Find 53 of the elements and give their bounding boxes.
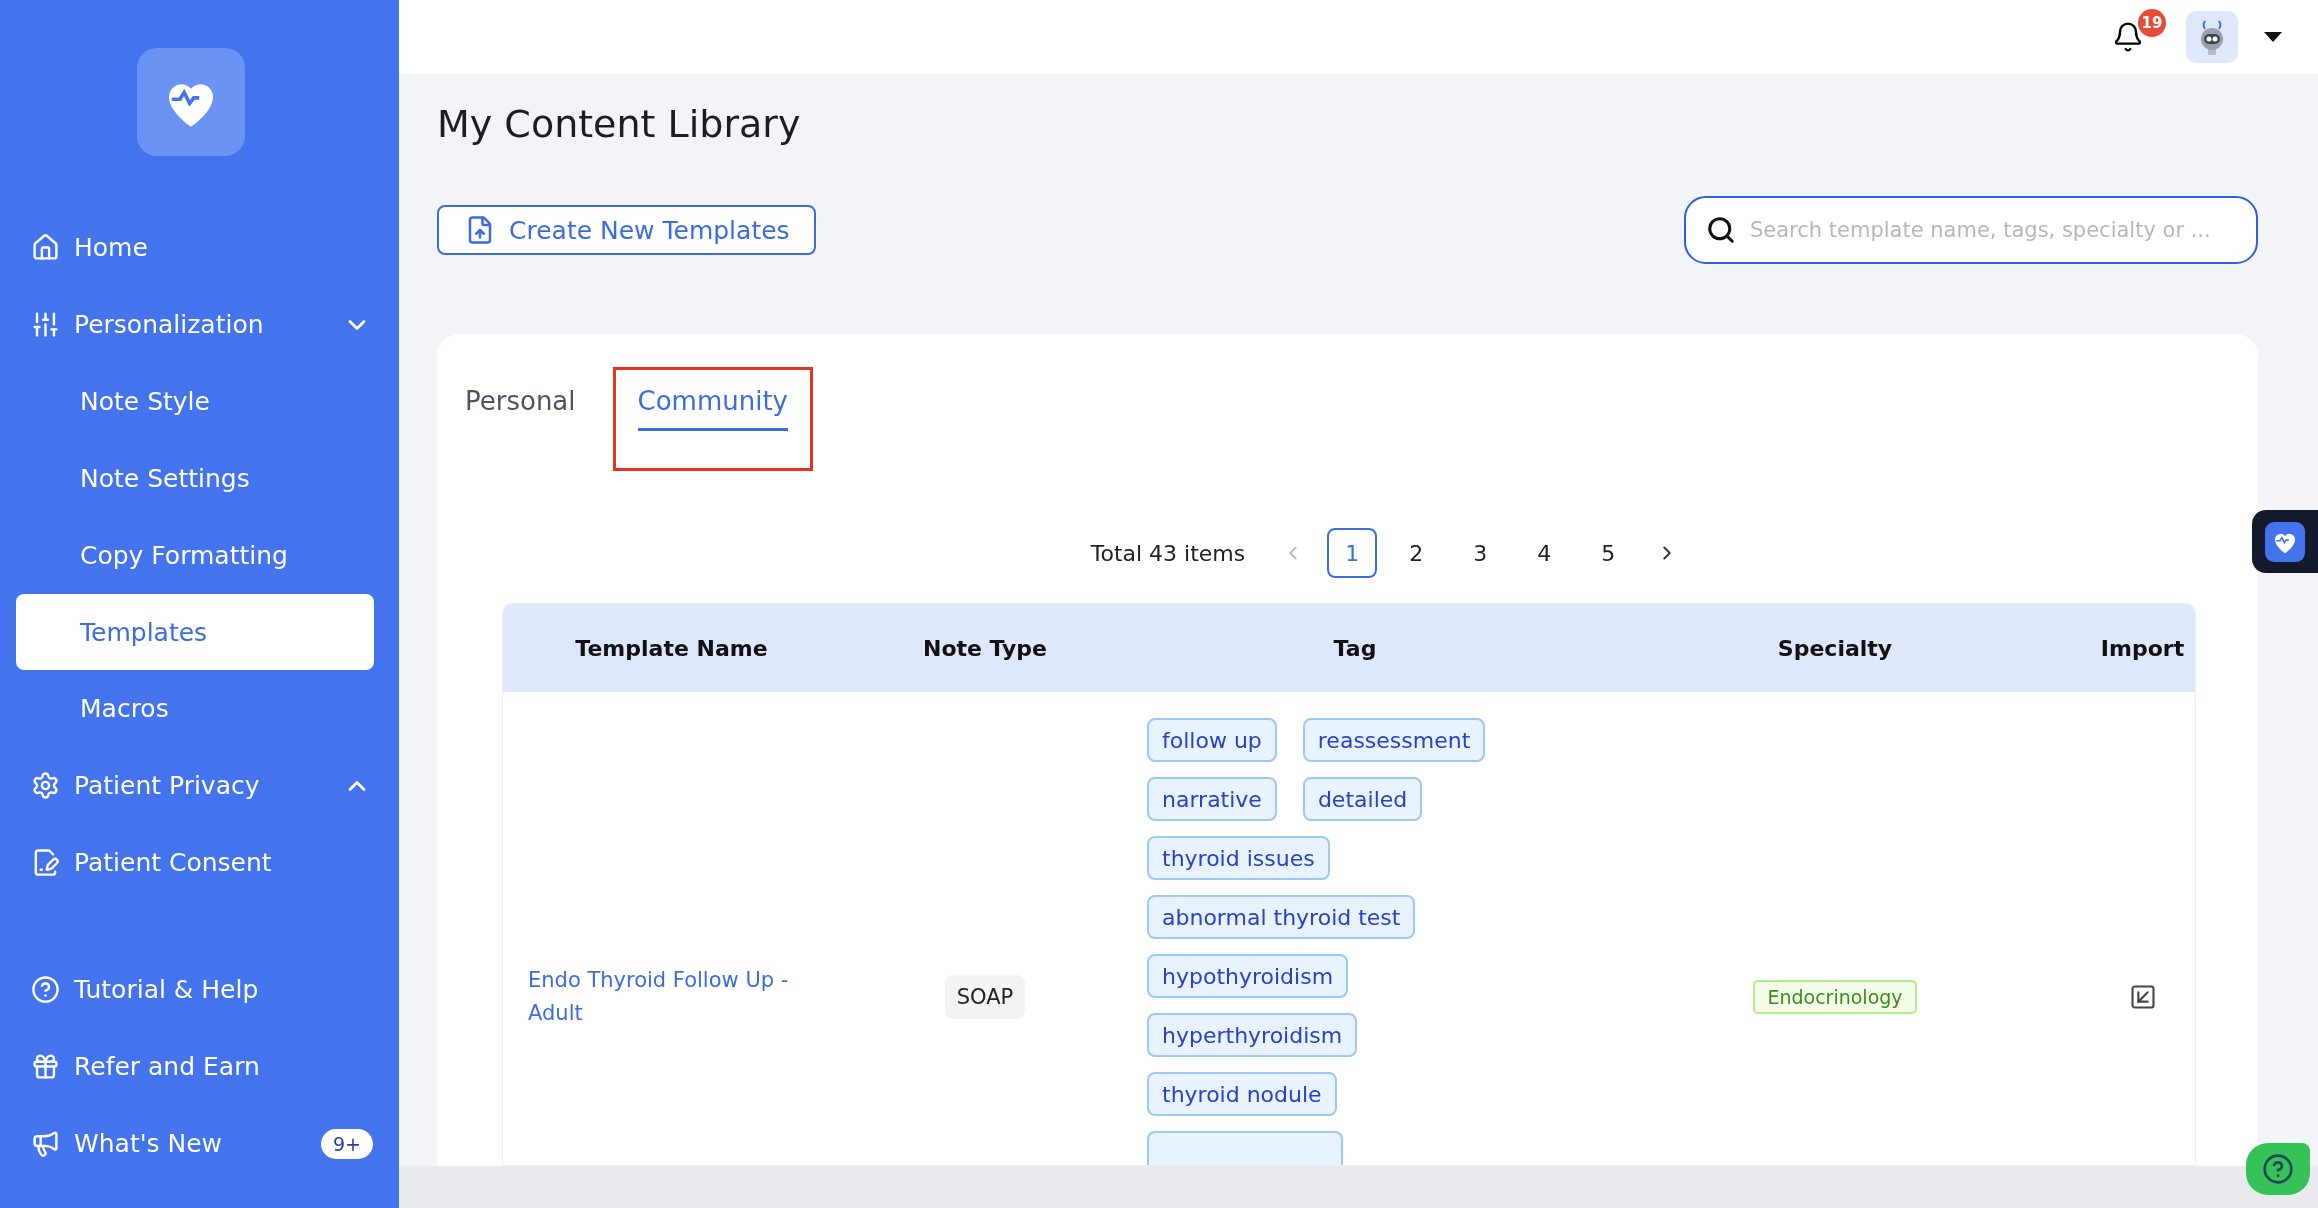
help-icon xyxy=(31,975,60,1004)
assistant-widget-button[interactable] xyxy=(2252,510,2318,573)
column-header: Note Type xyxy=(922,635,1048,661)
note-type-label: SOAP xyxy=(944,975,1026,1019)
tag-chip: detailed xyxy=(1302,777,1423,821)
column-header: Template Name xyxy=(574,635,769,661)
sidebar-item[interactable]: Personalization xyxy=(0,286,399,363)
help-button[interactable] xyxy=(2246,1143,2310,1195)
sidebar-item[interactable]: Macros xyxy=(0,670,399,747)
bell-icon[interactable] xyxy=(2112,21,2144,53)
megaphone-icon xyxy=(31,1129,60,1158)
sidebar-item[interactable]: Note Settings xyxy=(0,440,399,517)
count-badge: 9+ xyxy=(321,1128,373,1159)
sidebar-item[interactable]: Home xyxy=(0,209,399,286)
tag-chip: follow up xyxy=(1147,718,1277,762)
sidebar-item[interactable]: Patient Consent xyxy=(0,824,399,901)
search-field[interactable]: Search template name, tags, specialty or ... xyxy=(1684,196,2258,264)
heart-logo-icon xyxy=(136,48,245,156)
tag-chip: thyroid nodule xyxy=(1147,1072,1337,1116)
robot-avatar-icon[interactable] xyxy=(2186,11,2238,63)
heart-logo-icon xyxy=(2265,521,2305,562)
page-button[interactable]: 1 xyxy=(1327,528,1378,578)
column-header: Tag xyxy=(1332,635,1378,661)
tab[interactable]: Personal xyxy=(465,370,576,431)
specialty-tag: Endocrinology xyxy=(1753,980,1917,1014)
sidebar-item[interactable]: Templates xyxy=(16,594,374,670)
help-icon xyxy=(2262,1153,2294,1185)
tag-chip: hypothyroidism xyxy=(1147,954,1349,998)
home-icon xyxy=(31,233,60,262)
notification-badge: 19 xyxy=(2138,9,2166,37)
sidebar-item[interactable]: Note Style xyxy=(0,363,399,440)
column-header: Specialty xyxy=(1776,635,1894,661)
settings-icon xyxy=(31,771,60,800)
search-icon xyxy=(1706,215,1736,245)
total-count: Total 43 items xyxy=(1090,540,1246,566)
tag-chip: hyperthyroidism xyxy=(1147,1013,1358,1057)
sliders-icon xyxy=(31,310,60,339)
sidebar-item[interactable]: What's New 9+ xyxy=(0,1105,399,1182)
template-name-link[interactable]: Endo Thyroid Follow Up - Adult xyxy=(503,964,840,1030)
sidebar-item[interactable]: Patient Privacy xyxy=(0,747,399,824)
tag-chip: thyroid issues xyxy=(1147,836,1330,880)
page-title: My Content Library xyxy=(437,102,802,148)
tab[interactable]: Community xyxy=(637,370,788,431)
sidebar-item[interactable]: Tutorial & Help xyxy=(0,951,399,1028)
column-header: Import xyxy=(2099,635,2186,661)
tag-chip: reassessment xyxy=(1302,718,1486,762)
dropdown-caret-icon[interactable] xyxy=(2264,32,2282,42)
gift-icon xyxy=(31,1052,60,1081)
tag-chip: narrative xyxy=(1147,777,1277,821)
create-templates-button[interactable]: Create New Templates xyxy=(437,205,816,255)
tag-chip: abnormal thyroid test xyxy=(1147,895,1416,939)
sidebar-item[interactable]: Refer and Earn xyxy=(0,1028,399,1105)
sidebar-item[interactable]: Copy Formatting xyxy=(0,517,399,594)
